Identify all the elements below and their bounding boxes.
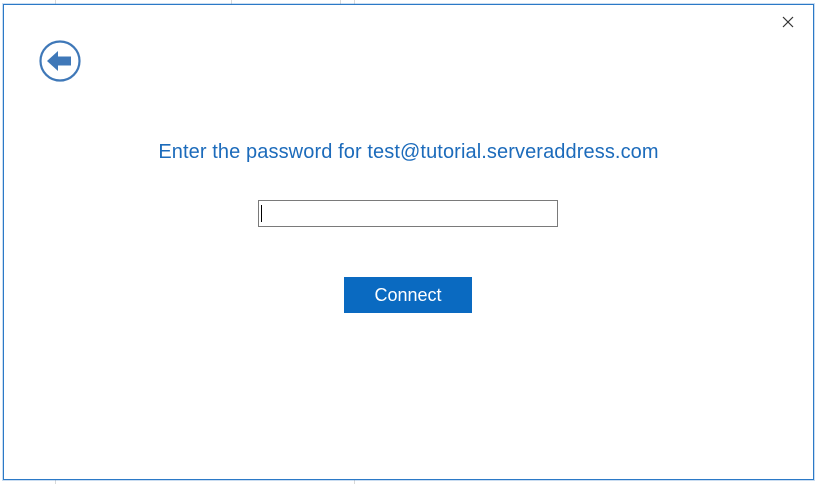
back-arrow-icon (39, 40, 81, 82)
connect-button[interactable]: Connect (344, 277, 472, 313)
text-caret (261, 205, 262, 222)
password-prompt: Enter the password for test@tutorial.ser… (158, 141, 659, 163)
back-button[interactable] (38, 40, 82, 84)
close-icon (782, 16, 794, 28)
password-dialog: Enter the password for test@tutorial.ser… (3, 4, 814, 480)
password-input[interactable] (258, 200, 558, 227)
close-button[interactable] (777, 11, 799, 33)
